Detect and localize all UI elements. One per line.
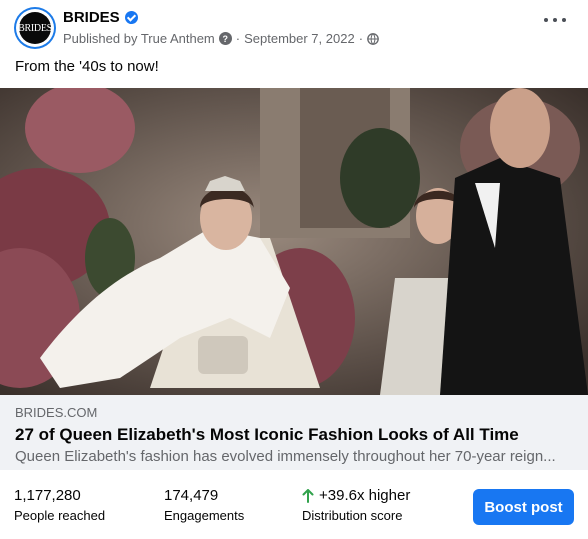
post-date[interactable]: September 7, 2022 (244, 31, 355, 46)
boost-post-button[interactable]: Boost post (473, 489, 574, 525)
people-reached-value: 1,177,280 (14, 487, 81, 504)
link-domain: BRIDES.COM (15, 405, 98, 420)
more-dot (562, 18, 566, 22)
engagements-value: 174,479 (164, 487, 219, 504)
verified-badge-icon (124, 11, 138, 24)
globe-icon[interactable] (367, 32, 379, 45)
meta-separator: · (358, 31, 364, 46)
post-meta: Published by True Anthem ? · September 7… (63, 31, 379, 46)
stat-people-reached[interactable]: 1,177,280 People reached (14, 487, 105, 523)
meta-separator: · (235, 31, 241, 46)
published-by[interactable]: Published by True Anthem (63, 31, 215, 46)
stat-distribution-score[interactable]: +39.6x higher Distribution score (302, 487, 410, 523)
page-name[interactable]: BRIDES (63, 9, 138, 26)
stat-engagements[interactable]: 174,479 Engagements (164, 487, 244, 523)
link-preview-card[interactable]: BRIDES.COM 27 of Queen Elizabeth's Most … (0, 395, 588, 470)
post-photo-illustration (0, 88, 588, 395)
people-reached-label: People reached (14, 508, 106, 523)
post-stats-bar: 1,177,280 People reached 174,479 Engagem… (0, 472, 588, 539)
link-title[interactable]: 27 of Queen Elizabeth's Most Iconic Fash… (15, 425, 519, 445)
engagements-label: Engagements (164, 508, 245, 523)
arrow-up-icon (302, 488, 314, 503)
post-image[interactable] (0, 88, 588, 395)
avatar-ring: BRIDES (16, 9, 54, 47)
link-description: Queen Elizabeth's fashion has evolved im… (15, 448, 556, 465)
more-dot (544, 18, 548, 22)
question-icon[interactable]: ? (218, 32, 232, 45)
page-name-text[interactable]: BRIDES (63, 9, 120, 26)
distribution-label: Distribution score (302, 508, 403, 523)
more-options-icon[interactable] (544, 12, 566, 28)
post-caption: From the '40s to now! (15, 58, 159, 75)
more-dot (553, 18, 557, 22)
post-header: BRIDES BRIDES Published by True Anthem ?… (0, 0, 588, 56)
page-avatar[interactable]: BRIDES (14, 7, 56, 49)
distribution-value-row: +39.6x higher (302, 487, 410, 504)
avatar-logo: BRIDES (18, 12, 52, 44)
distribution-value: +39.6x higher (319, 487, 411, 504)
